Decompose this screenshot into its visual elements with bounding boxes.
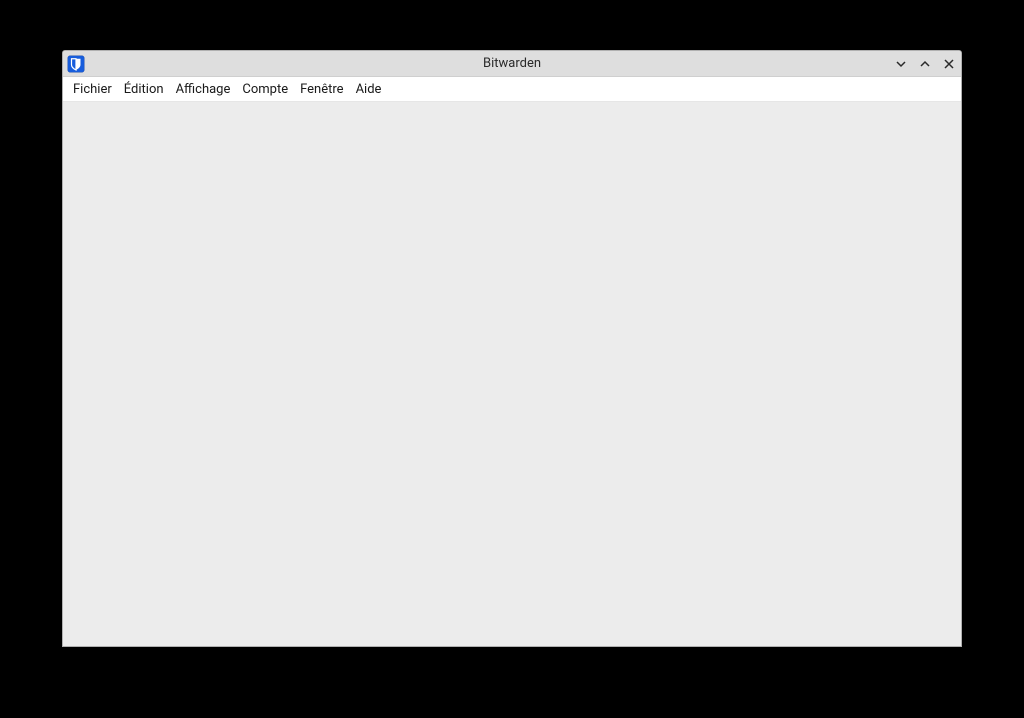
menu-edit[interactable]: Édition [118, 79, 170, 100]
menu-account[interactable]: Compte [236, 79, 294, 100]
menu-file[interactable]: Fichier [67, 79, 118, 100]
bitwarden-icon [67, 55, 85, 73]
menu-window[interactable]: Fenêtre [294, 79, 349, 100]
content-area [63, 102, 961, 646]
window-title: Bitwarden [483, 56, 541, 71]
maximize-button[interactable] [917, 56, 933, 72]
app-window: Bitwarden Fichier Édition Affichage Comp… [62, 50, 962, 647]
menu-view[interactable]: Affichage [170, 79, 237, 100]
minimize-button[interactable] [893, 56, 909, 72]
window-controls [893, 56, 957, 72]
menubar: Fichier Édition Affichage Compte Fenêtre… [63, 77, 961, 102]
close-button[interactable] [941, 56, 957, 72]
titlebar: Bitwarden [63, 51, 961, 77]
menu-help[interactable]: Aide [350, 79, 388, 100]
